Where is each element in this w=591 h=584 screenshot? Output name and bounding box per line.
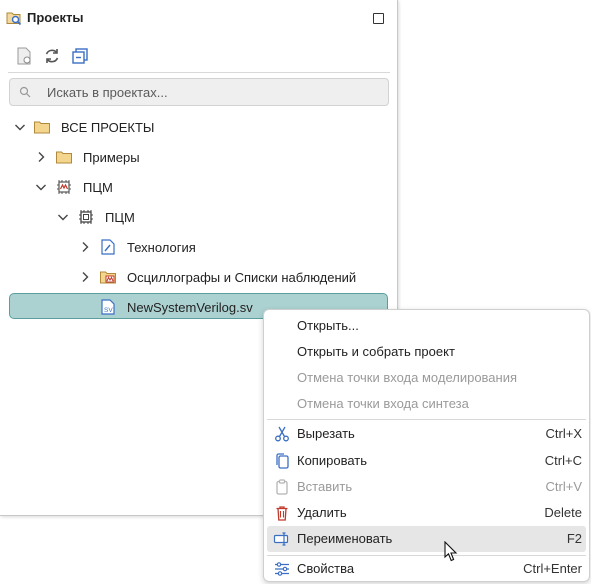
tree-item-label: Осциллографы и Списки наблюдений (127, 270, 357, 285)
mouse-cursor-icon (444, 540, 460, 563)
chevron-down-icon[interactable] (35, 181, 47, 193)
technology-file-icon (99, 238, 117, 256)
panel-title: Проекты (27, 10, 84, 25)
projects-search-icon (5, 9, 23, 27)
copy-icon (273, 452, 291, 470)
chevron-down-icon[interactable] (14, 121, 26, 133)
collapse-all-icon[interactable] (70, 46, 90, 66)
maximize-button[interactable] (373, 13, 384, 24)
svg-text:SV: SV (104, 307, 113, 314)
menu-item-paste: Вставить Ctrl+V (267, 474, 586, 500)
tree-item-pcm-project[interactable]: ПЦМ (0, 175, 397, 199)
trash-icon (273, 504, 291, 522)
menu-item-cut[interactable]: Вырезать Ctrl+X (267, 421, 586, 447)
menu-item-rename[interactable]: Переименовать F2 (267, 526, 586, 552)
chevron-right-icon[interactable] (35, 151, 47, 163)
panel-header: Проекты (0, 0, 397, 36)
tree-item-label: ПЦМ (105, 210, 135, 225)
refresh-icon[interactable] (42, 46, 62, 66)
menu-item-copy[interactable]: Копировать Ctrl+C (267, 448, 586, 474)
new-project-icon[interactable] (14, 46, 34, 66)
menu-item-cancel-sim-entry: Отмена точки входа моделирования (297, 370, 518, 385)
properties-icon (273, 560, 291, 578)
tree-item-examples[interactable]: Примеры (0, 145, 397, 169)
tree-item-label: Примеры (83, 150, 140, 165)
tree-item-all-projects[interactable]: ВСЕ ПРОЕКТЫ (0, 115, 397, 139)
context-menu: Открыть... Открыть и собрать проект Отме… (263, 309, 590, 582)
menu-item-open-and-build[interactable]: Открыть и собрать проект (267, 339, 586, 365)
chevron-right-icon[interactable] (79, 241, 91, 253)
chip-icon (77, 208, 95, 226)
folder-icon (55, 148, 73, 166)
chevron-down-icon[interactable] (57, 211, 69, 223)
menu-item-delete[interactable]: Удалить Delete (267, 500, 586, 526)
toolbar-divider (8, 72, 390, 73)
project-search-box[interactable] (9, 78, 389, 106)
chip-project-icon (55, 178, 73, 196)
tree-item-technology[interactable]: Технология (0, 235, 397, 259)
rename-icon (273, 530, 291, 548)
waveform-folder-icon (99, 268, 117, 286)
menu-item-cancel-synth-entry: Отмена точки входа синтеза (297, 396, 469, 411)
tree-item-waveforms[interactable]: Осциллографы и Списки наблюдений (0, 265, 397, 289)
tree-item-pcm-design[interactable]: ПЦМ (0, 205, 397, 229)
sv-file-icon: SV (99, 298, 117, 316)
tree-item-label: NewSystemVerilog.sv (127, 300, 253, 315)
tree-item-label: ПЦМ (83, 180, 113, 195)
menu-separator (267, 419, 586, 420)
search-icon (19, 86, 31, 98)
chevron-right-icon[interactable] (79, 271, 91, 283)
menu-item-properties[interactable]: Свойства Ctrl+Enter (267, 556, 586, 582)
tree-item-label: Технология (127, 240, 196, 255)
scissors-icon (273, 425, 291, 443)
paste-icon (273, 478, 291, 496)
menu-item-open[interactable]: Открыть... (267, 313, 586, 339)
tree-item-label: ВСЕ ПРОЕКТЫ (61, 120, 155, 135)
search-input[interactable] (45, 82, 379, 102)
folder-icon (33, 118, 51, 136)
